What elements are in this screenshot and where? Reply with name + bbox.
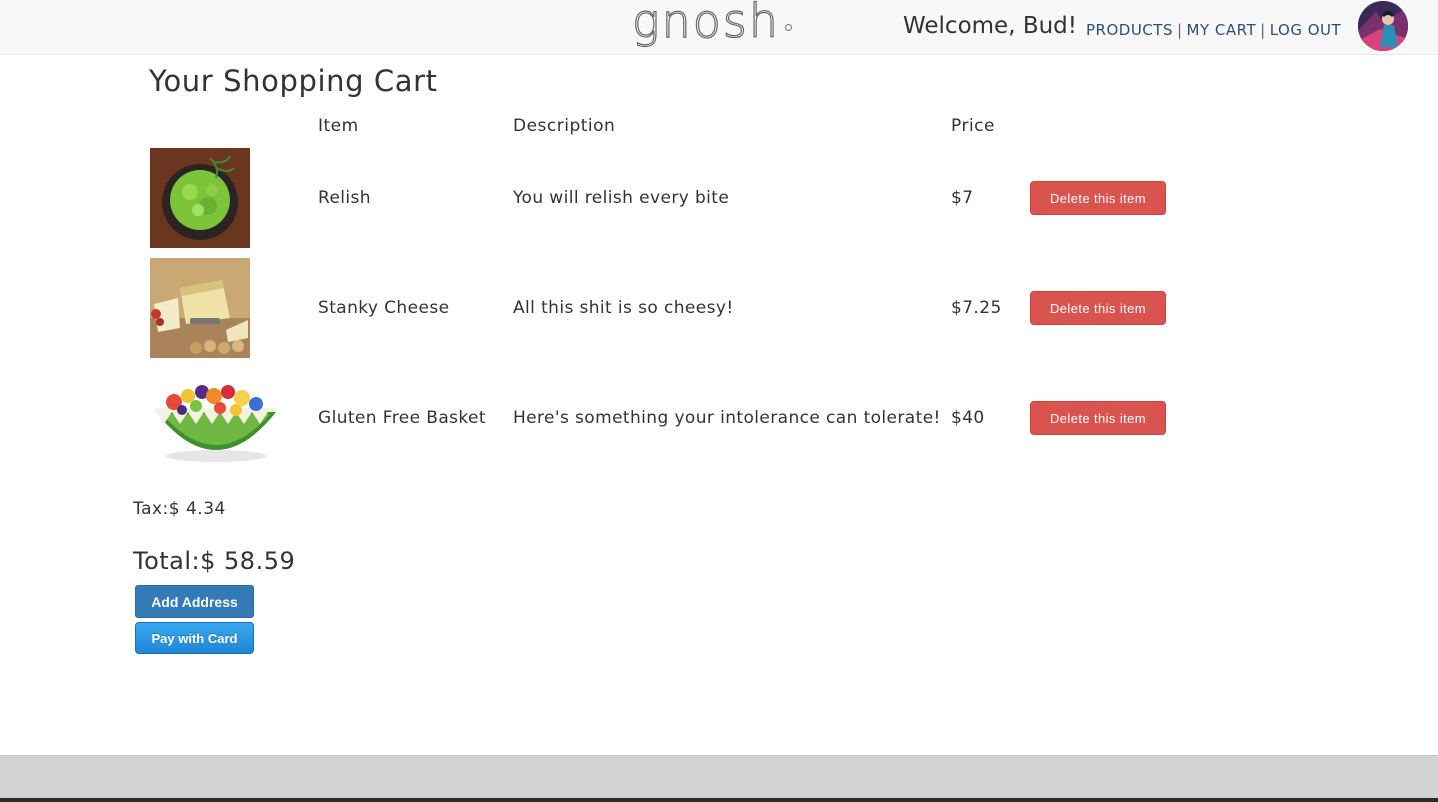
top-navbar: gnosh Welcome, Bud! PRODUCTS | MY CART | LOG… <box>0 0 1438 55</box>
bottom-strip <box>0 798 1438 802</box>
item-name: Stanky Cheese <box>318 298 450 318</box>
item-price: $40 <box>951 408 985 428</box>
item-name: Relish <box>318 188 371 208</box>
welcome-message: Welcome, Bud! <box>903 13 1078 39</box>
page-footer <box>0 755 1438 799</box>
delete-item-button[interactable]: Delete this item <box>1030 401 1166 435</box>
nav-my-cart-link[interactable]: MY CART <box>1187 21 1257 39</box>
nav-links: PRODUCTS | MY CART | LOG OUT <box>1086 21 1341 39</box>
user-avatar-icon[interactable] <box>1358 1 1408 51</box>
add-address-button[interactable]: Add Address <box>135 585 254 618</box>
delete-item-button[interactable]: Delete this item <box>1030 181 1166 215</box>
pay-with-card-button[interactable]: Pay with Card <box>135 622 254 654</box>
column-header-description: Description <box>513 116 616 136</box>
item-price: $7 <box>951 188 974 208</box>
nav-separator: | <box>1260 21 1266 39</box>
page-title: Your Shopping Cart <box>149 64 438 98</box>
item-description: Here's something your intolerance can to… <box>513 408 941 428</box>
tax-amount: Tax:$ 4.34 <box>133 499 226 519</box>
cheese-image <box>150 258 250 358</box>
column-header-price: Price <box>951 116 995 136</box>
cart-row: Relish You will relish every bite $7 Del… <box>0 148 1438 258</box>
item-price: $7.25 <box>951 298 1002 318</box>
nav-separator: | <box>1176 21 1183 39</box>
cart-row: Stanky Cheese All this shit is so cheesy… <box>0 258 1438 368</box>
nav-products-link[interactable]: PRODUCTS <box>1086 21 1173 39</box>
relish-image <box>150 148 250 248</box>
item-name: Gluten Free Basket <box>318 408 486 428</box>
item-description: All this shit is so cheesy! <box>513 298 734 318</box>
delete-item-button[interactable]: Delete this item <box>1030 291 1166 325</box>
logo-dot <box>785 24 792 31</box>
fruit-basket-image <box>150 368 282 468</box>
gnosh-logo[interactable]: gnosh <box>631 0 780 49</box>
total-amount: Total:$ 58.59 <box>133 547 296 575</box>
item-description: You will relish every bite <box>513 188 730 208</box>
nav-log-out-link[interactable]: LOG OUT <box>1270 21 1341 39</box>
column-header-item: Item <box>318 116 359 136</box>
cart-row: Gluten Free Basket Here's something your… <box>0 368 1438 478</box>
